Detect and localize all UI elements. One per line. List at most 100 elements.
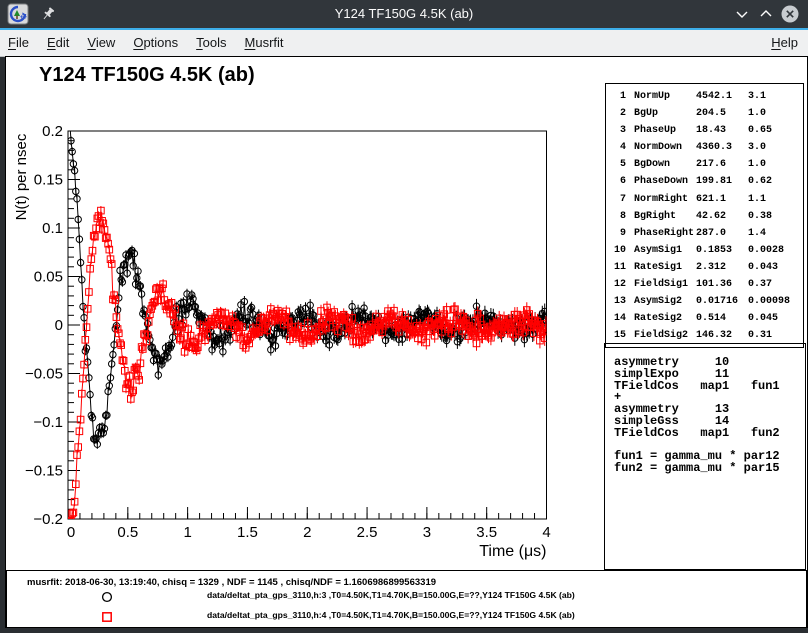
theory-box: asymmetry 10simplExpo 11TFieldCos map1 f… [604, 343, 806, 570]
param-name: AsymSig1 [634, 242, 696, 259]
param-name: NormDown [634, 139, 696, 156]
menu-bar: FileEditViewOptionsToolsMusrfit Help [0, 30, 808, 57]
param-num: 9 [612, 225, 626, 242]
close-button[interactable] [780, 4, 800, 24]
param-value: 4542.1 [696, 88, 748, 105]
param-num: 13 [612, 293, 626, 310]
x-axis-title: Time (μs) [479, 543, 546, 560]
param-error: 0.65 [748, 122, 772, 139]
param-num: 12 [612, 276, 626, 293]
param-row-BgDown: 5BgDown217.61.0 [606, 156, 803, 173]
param-row-AsymSig2: 13 AsymSig20.017160.00098 [606, 293, 803, 310]
theory-line-9: fun2 = gamma_mu * par15 [614, 463, 805, 475]
plot-title: Y124 TF150G 4.5K (ab) [39, 64, 255, 86]
param-value: 42.62 [696, 208, 748, 225]
svg-text:0.2: 0.2 [42, 123, 63, 140]
param-num: 3 [612, 122, 626, 139]
param-name: RateSig2 [634, 310, 696, 327]
param-num: 6 [612, 173, 626, 190]
legend-entry-1: data/deltat_pta_gps_3110,h:3 ,T0=4.50K,T… [7, 589, 806, 605]
param-row-FieldSig1: 12 FieldSig1101.360.37 [606, 276, 803, 293]
param-row-NormRight: 7 NormRight621.11.1 [606, 191, 803, 208]
param-name: BgUp [634, 105, 696, 122]
param-num: 10 [612, 242, 626, 259]
param-value: 204.5 [696, 105, 748, 122]
param-row-PhaseUp: 3 PhaseUp18.430.65 [606, 122, 803, 139]
param-row-AsymSig1: 10 AsymSig10.18530.0028 [606, 242, 803, 259]
param-name: NormRight [634, 191, 696, 208]
param-num: 14 [612, 310, 626, 327]
param-error: 1.0 [748, 156, 766, 173]
svg-text:2: 2 [303, 524, 311, 541]
theory-line-6: TFieldCos map1 fun2 [614, 428, 805, 440]
svg-text:−0.05: −0.05 [25, 366, 63, 383]
menu-item-file[interactable]: File [0, 30, 38, 56]
param-value: 18.43 [696, 122, 748, 139]
param-num: 4 [612, 139, 626, 156]
window-title: Y124 TF150G 4.5K (ab) [0, 0, 808, 28]
svg-text:2.5: 2.5 [357, 524, 378, 541]
param-row-BgUp: 2 BgUp204.51.0 [606, 105, 803, 122]
svg-text:−0.15: −0.15 [25, 463, 63, 480]
fit-info-line: musrfit: 2018-06-30, 13:19:40, chisq = 1… [27, 577, 436, 588]
param-value: 2.312 [696, 259, 748, 276]
param-num: 11 [612, 259, 626, 276]
param-value: 0.01716 [696, 293, 748, 310]
param-error: 1.0 [748, 105, 766, 122]
menu-item-help[interactable]: Help [761, 30, 808, 56]
param-num: 8 [612, 208, 626, 225]
param-value: 621.1 [696, 191, 748, 208]
param-error: 0.0028 [748, 242, 784, 259]
svg-text:4: 4 [542, 524, 550, 541]
param-row-PhaseRight: 9PhaseRight287.01.4 [606, 225, 803, 242]
title-bar[interactable]: ++ Y124 TF150G 4.5K (ab) [0, 0, 808, 28]
minimize-button[interactable] [732, 4, 752, 24]
param-value: 217.6 [696, 156, 748, 173]
param-value: 287.0 [696, 225, 748, 242]
param-num: 1 [612, 88, 626, 105]
param-row-RateSig2: 14RateSig20.5140.045 [606, 310, 803, 327]
param-name: FieldSig2 [634, 327, 696, 344]
param-error: 0.31 [748, 327, 772, 344]
param-num: 7 [612, 191, 626, 208]
menu-item-options[interactable]: Options [124, 30, 187, 56]
param-error: 0.37 [748, 276, 772, 293]
legend-text: data/deltat_pta_gps_3110,h:3 ,T0=4.50K,T… [207, 590, 575, 600]
maximize-button[interactable] [756, 4, 776, 24]
menu-item-view[interactable]: View [78, 30, 124, 56]
data-series-h4 [67, 206, 550, 526]
svg-text:0.5: 0.5 [117, 524, 138, 541]
param-name: FieldSig1 [634, 276, 696, 293]
param-value: 101.36 [696, 276, 748, 293]
svg-text:0.1: 0.1 [42, 220, 63, 237]
data-series-h3 [67, 118, 550, 449]
param-value: 4360.3 [696, 139, 748, 156]
param-name: BgRight [634, 208, 696, 225]
param-error: 0.00098 [748, 293, 790, 310]
svg-text:0.05: 0.05 [34, 269, 63, 286]
param-error: 0.62 [748, 173, 772, 190]
param-name: AsymSig2 [634, 293, 696, 310]
legend-circle-marker-icon [101, 591, 113, 603]
param-num: 2 [612, 105, 626, 122]
root-canvas[interactable]: Y124 TF150G 4.5K (ab)0.20.150.10.050−0.0… [5, 56, 808, 628]
musr-plot[interactable]: Y124 TF150G 4.5K (ab)0.20.150.10.050−0.0… [6, 57, 604, 570]
param-row-NormUp: 1NormUp4542.13.1 [606, 88, 803, 105]
legend-square-marker-icon [101, 611, 113, 623]
param-row-RateSig1: 11RateSig12.3120.043 [606, 259, 803, 276]
param-error: 1.1 [748, 191, 766, 208]
theory-line-2: TFieldCos map1 fun1 [614, 381, 805, 393]
param-name: PhaseDown [634, 173, 696, 190]
param-value: 0.1853 [696, 242, 748, 259]
svg-text:1: 1 [183, 524, 191, 541]
y-axis-title: N(t) per nsec [13, 133, 30, 220]
legend-box: musrfit: 2018-06-30, 13:19:40, chisq = 1… [6, 570, 807, 628]
menu-item-edit[interactable]: Edit [38, 30, 78, 56]
param-row-NormDown: 4NormDown4360.33.0 [606, 139, 803, 156]
svg-text:0.15: 0.15 [34, 172, 63, 189]
menu-item-musrfit[interactable]: Musrfit [236, 30, 293, 56]
param-name: PhaseUp [634, 122, 696, 139]
param-error: 0.045 [748, 310, 778, 327]
menu-item-tools[interactable]: Tools [187, 30, 235, 56]
svg-text:1.5: 1.5 [237, 524, 258, 541]
